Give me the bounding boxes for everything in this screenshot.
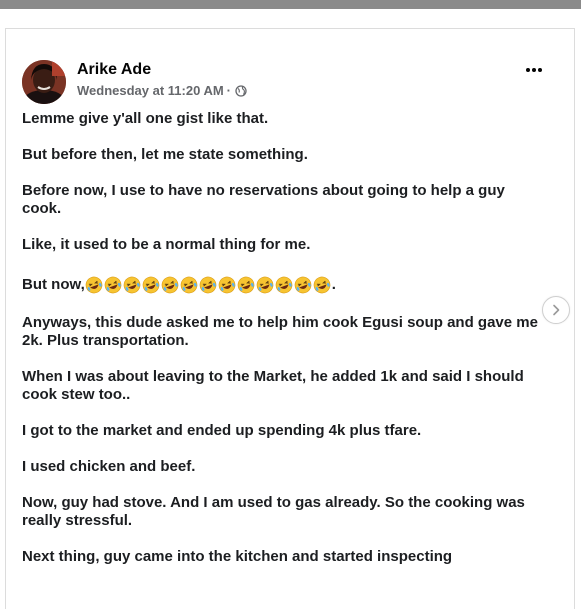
chevron-right-icon: [553, 304, 560, 316]
post-paragraph: Like, it used to be a normal thing for m…: [22, 236, 311, 253]
laughing-emoji-icon: [123, 276, 141, 294]
post-paragraph: Next thing, guy came into the kitchen an…: [22, 548, 453, 565]
laughing-emoji-icon: [275, 276, 293, 294]
post-paragraph: Before now, I use to have no reservation…: [22, 182, 505, 217]
post-timestamp[interactable]: Wednesday at 11:20 AM: [77, 83, 224, 98]
post-paragraph: Now, guy had stove. And I am used to gas…: [22, 494, 525, 529]
laughing-emoji-icon: [104, 276, 122, 294]
emoji-group: [85, 276, 332, 294]
post-paragraph: But before then, let me state something.: [22, 146, 308, 163]
laughing-emoji-icon: [180, 276, 198, 294]
laughing-emoji-icon: [237, 276, 255, 294]
laughing-emoji-icon: [313, 276, 331, 294]
top-bar: [0, 0, 581, 9]
carousel-next-button[interactable]: [542, 296, 570, 324]
post-paragraph: I used chicken and beef.: [22, 458, 196, 475]
laughing-emoji-icon: [85, 276, 103, 294]
meta-separator: ·: [226, 83, 232, 98]
post-paragraph: When I was about leaving to the Market, …: [22, 368, 524, 403]
laughing-emoji-icon: [294, 276, 312, 294]
avatar-image: [22, 60, 66, 104]
avatar[interactable]: [22, 60, 66, 104]
post-paragraph-emoji: But now, .: [22, 276, 542, 294]
laughing-emoji-icon: [161, 276, 179, 294]
laughing-emoji-icon: [142, 276, 160, 294]
post-author[interactable]: Arike Ade: [77, 61, 151, 79]
post-paragraph: I got to the market and ended up spendin…: [22, 422, 422, 439]
laughing-emoji-icon: [256, 276, 274, 294]
post-paragraph: Anyways, this dude asked me to help him …: [22, 314, 538, 349]
more-options-icon[interactable]: [524, 60, 544, 80]
laughing-emoji-icon: [199, 276, 217, 294]
globe-icon: [235, 84, 247, 97]
paragraph-suffix: .: [331, 276, 336, 293]
paragraph-prefix: But now,: [22, 276, 85, 293]
post-paragraph: Lemme give y'all one gist like that.: [22, 110, 269, 127]
laughing-emoji-icon: [218, 276, 236, 294]
post-meta: Wednesday at 11:20 AM ·: [77, 83, 247, 98]
